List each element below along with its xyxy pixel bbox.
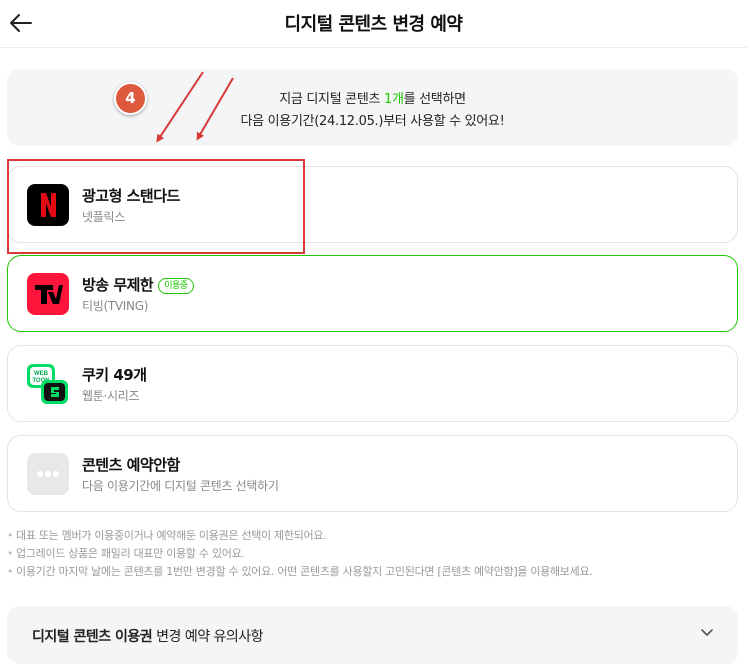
step-number-badge: 4 (114, 82, 147, 115)
svg-text:WEB: WEB (34, 371, 49, 377)
note-item: 이용기간 마지막 날에는 콘텐츠를 1번만 변경할 수 있어요. 어떤 콘텐츠를… (7, 563, 742, 581)
notice-text: 를 선택하면 (403, 92, 466, 107)
option-subtitle: 넷플릭스 (82, 210, 125, 224)
notice-line-2: 다음 이용기간(24.12.05.)부터 사용할 수 있어요! (240, 114, 505, 129)
accordion-title: 디지털 콘텐츠 이용권 변경 예약 유의사항 (32, 626, 264, 646)
accordion-title-bold: 디지털 콘텐츠 이용권 (32, 629, 153, 645)
annotation-arrows-icon (156, 71, 234, 143)
page-title: 디지털 콘텐츠 변경 예약 (284, 14, 463, 35)
note-item: 대표 또는 멤버가 이용중이거나 예약해둔 이용권은 선택이 제한되어요. (7, 527, 742, 545)
in-use-badge: 이용중 (158, 278, 194, 294)
option-title: 광고형 스탠다드 (82, 187, 180, 205)
netflix-logo-icon (27, 184, 69, 226)
content-option-netflix[interactable]: 광고형 스탠다드 넷플릭스 (7, 166, 738, 243)
tving-logo-icon (27, 273, 69, 315)
content-option-no-reservation[interactable]: 콘텐츠 예약안함 다음 이용기간에 디지털 콘텐츠 선택하기 (7, 435, 738, 512)
option-subtitle: 다음 이용기간에 디지털 콘텐츠 선택하기 (82, 479, 279, 493)
option-title: 방송 무제한 이용중 (82, 274, 194, 295)
accordion-title-rest: 변경 예약 유의사항 (152, 629, 264, 645)
chevron-down-icon (701, 629, 713, 636)
option-subtitle: 티빙(TVING) (82, 299, 149, 313)
content-option-webtoon[interactable]: WEB TOON 쿠키 49개 웹툰·시리즈 (7, 345, 738, 422)
header: 디지털 콘텐츠 변경 예약 (0, 0, 747, 48)
notice-text: 지금 디지털 콘텐츠 (279, 92, 384, 107)
option-title: 콘텐츠 예약안함 (82, 456, 180, 474)
precautions-accordion[interactable]: 디지털 콘텐츠 이용권 변경 예약 유의사항 (7, 606, 738, 664)
note-item: 업그레이드 상품은 패밀리 대표만 이용할 수 있어요. (7, 545, 742, 563)
notice-count: 1개 (384, 92, 404, 107)
notes-list: 대표 또는 멤버가 이용중이거나 예약해둔 이용권은 선택이 제한되어요. 업그… (7, 527, 742, 581)
more-dots-icon (27, 453, 69, 495)
option-subtitle: 웹툰·시리즈 (82, 389, 140, 403)
content-option-tving[interactable]: 방송 무제한 이용중 티빙(TVING) (7, 255, 738, 332)
option-title-text: 방송 무제한 (82, 276, 154, 294)
option-title: 쿠키 49개 (82, 366, 147, 384)
webtoon-logo-icon: WEB TOON (27, 363, 69, 405)
